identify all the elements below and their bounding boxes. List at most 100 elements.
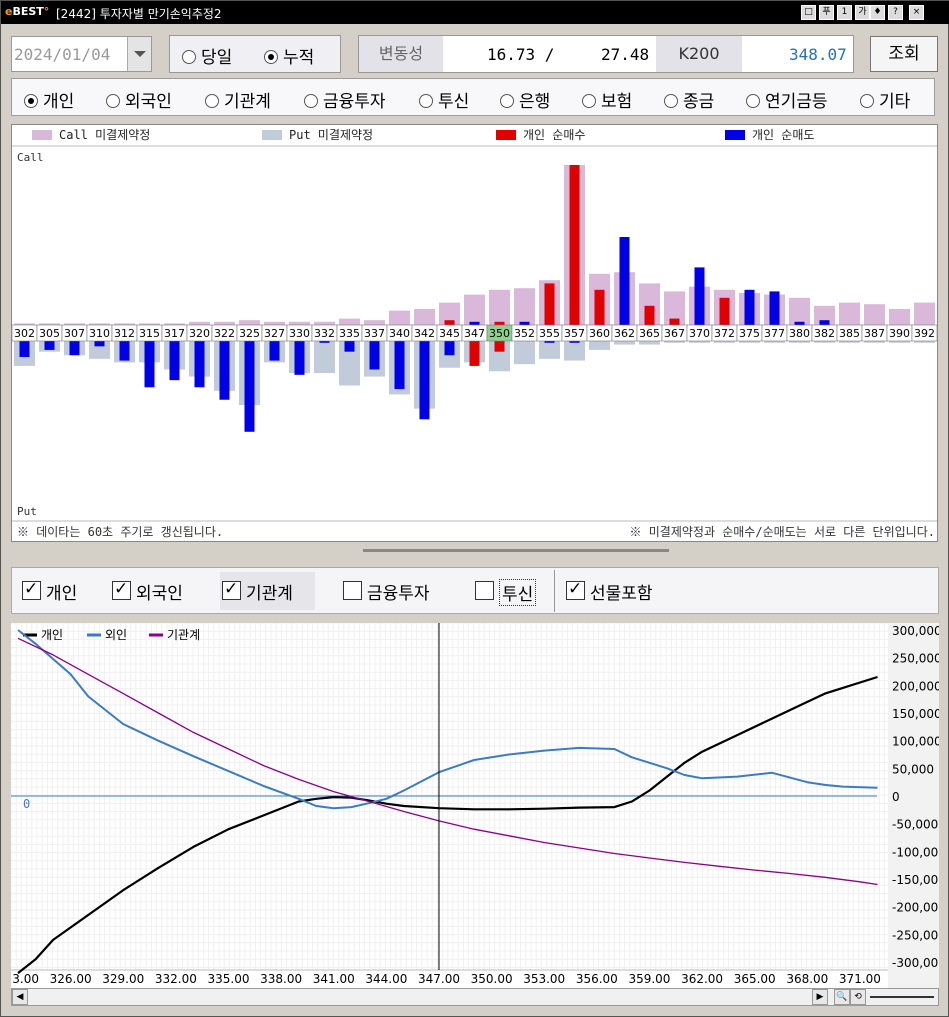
- investor-type-pension[interactable]: 연기금등: [746, 87, 828, 112]
- x-tick-label: 359.00: [628, 972, 670, 986]
- put-section-label: Put: [17, 505, 37, 518]
- zoom-slider[interactable]: [870, 996, 934, 998]
- investor-type-radio-group: 개인 외국인 기관계 금융투자 투신 은행 보험 종금 연기금등 기타: [11, 78, 935, 116]
- investor-type-institution[interactable]: 기관계: [205, 87, 271, 112]
- mode-cumulative[interactable]: 누적: [264, 43, 314, 68]
- one-icon[interactable]: 1: [837, 5, 852, 20]
- radio-icon: [500, 94, 514, 108]
- panel-splitter[interactable]: [363, 549, 669, 552]
- put-net-bar: [369, 341, 380, 370]
- strike-label: 375: [739, 327, 760, 340]
- strike-label: 317: [164, 327, 185, 340]
- checkbox-trust[interactable]: [475, 581, 494, 600]
- investor-type-trust[interactable]: 투신: [419, 87, 469, 112]
- call-oi-bar: [264, 321, 285, 325]
- checkbox-include-futures[interactable]: [566, 579, 585, 600]
- x-tick-label: 371.00: [839, 972, 881, 986]
- x-tick-label: 362.00: [681, 972, 723, 986]
- refresh-note: ※ 데이타는 60초 주기로 갱신됩니다.: [17, 525, 223, 539]
- put-net-bar: [169, 341, 180, 381]
- y-tick-label: 0: [892, 790, 900, 804]
- legend-swatch-0: [32, 130, 52, 140]
- mode-radio-group: 당일 누적: [169, 35, 341, 73]
- investor-type-foreign[interactable]: 외국인: [106, 87, 172, 112]
- checkbox-financial[interactable]: [343, 581, 362, 600]
- line-filter-bar: 개인 외국인 기관계 금융투자 투신 선물포함: [11, 567, 939, 614]
- horizontal-scrollbar[interactable]: ◀ ▶ 🔍 ⟲: [11, 988, 939, 1006]
- search-button[interactable]: 조회: [870, 36, 938, 72]
- y-tick-label: 200,000: [892, 679, 939, 693]
- volatility-value-1: 16.73 /: [487, 45, 555, 64]
- help-icon[interactable]: ?: [888, 5, 903, 20]
- strike-label: 372: [714, 327, 735, 340]
- call-oi-bar: [189, 321, 210, 325]
- y-tick-label: -50,000: [892, 818, 938, 832]
- put-oi-bar: [614, 341, 635, 345]
- title-bar: eBEST° [2442] 투자자별 만기손익추정2 □ 푸 1 가 ♦ ? ×: [1, 1, 949, 24]
- scroll-left-icon[interactable]: ◀: [12, 989, 28, 1005]
- window-title: [2442] 투자자별 만기손익추정2: [56, 7, 222, 21]
- put-oi-bar: [639, 341, 660, 345]
- mode-daily[interactable]: 당일: [182, 43, 232, 68]
- legend-series-label-0: 개인: [41, 628, 63, 642]
- call-net-bar: [744, 289, 755, 325]
- call-net-bar: [819, 320, 830, 325]
- strike-label: 335: [339, 327, 360, 340]
- investor-type-merchant-bank[interactable]: 종금: [664, 87, 714, 112]
- strike-label: 340: [389, 327, 410, 340]
- settings-icon[interactable]: ♦: [870, 5, 885, 20]
- radio-icon: [664, 94, 678, 108]
- strike-label: 350: [489, 327, 510, 340]
- investor-type-individual[interactable]: 개인: [24, 87, 74, 112]
- strike-label: 312: [114, 327, 135, 340]
- unit-note: ※ 미결제약정과 순매수/순매도는 서로 다른 단위입니다.: [630, 524, 935, 539]
- legend-swatch-3: [725, 130, 745, 140]
- strike-label: 330: [289, 327, 310, 340]
- investor-type-financial[interactable]: 금융투자: [304, 87, 386, 112]
- radio-icon: [205, 94, 219, 108]
- restore-icon[interactable]: □: [801, 5, 816, 20]
- x-tick-label: 326.00: [50, 972, 92, 986]
- volatility-label: 변동성: [359, 36, 443, 72]
- call-net-bar: [619, 237, 630, 325]
- strike-label: 302: [14, 327, 35, 340]
- investor-type-insurance[interactable]: 보험: [582, 87, 632, 112]
- call-oi-bar: [364, 320, 385, 325]
- y-tick-label: 300,000: [892, 624, 939, 638]
- put-net-bar: [19, 341, 30, 358]
- date-picker[interactable]: 2024/01/04: [11, 36, 152, 72]
- strike-label: 380: [789, 327, 810, 340]
- k200-value: 348.07: [789, 45, 847, 64]
- checkbox-institution[interactable]: [222, 579, 241, 600]
- zoom-in-icon[interactable]: 🔍: [834, 989, 850, 1005]
- call-oi-bar: [864, 304, 885, 325]
- zoom-reset-icon[interactable]: ⟲: [850, 989, 866, 1005]
- call-net-bar: [444, 320, 455, 325]
- call-section-label: Call: [17, 151, 44, 164]
- call-net-bar: [519, 321, 530, 325]
- x-tick-label: 347.00: [418, 972, 460, 986]
- filter-include-futures-label: 선물포함: [590, 584, 653, 604]
- call-oi-bar: [289, 321, 310, 325]
- put-oi-bar: [314, 341, 335, 374]
- put-oi-bar: [514, 341, 535, 365]
- checkbox-individual[interactable]: [22, 579, 41, 600]
- pin-icon[interactable]: 푸: [819, 5, 834, 20]
- legend-label-2: 개인 순매수: [523, 128, 585, 142]
- call-oi-bar: [389, 310, 410, 325]
- close-icon[interactable]: ×: [909, 5, 924, 20]
- strike-label: 357: [564, 327, 585, 340]
- put-net-bar: [44, 341, 55, 350]
- legend-series-label-2: 기관계: [167, 628, 200, 642]
- strike-label: 307: [64, 327, 85, 340]
- scroll-right-icon[interactable]: ▶: [812, 989, 828, 1005]
- checkbox-foreign[interactable]: [112, 579, 131, 600]
- investor-type-bank[interactable]: 은행: [500, 87, 550, 112]
- font-icon[interactable]: 가: [855, 5, 870, 20]
- investor-type-other[interactable]: 기타: [860, 87, 910, 112]
- chevron-down-icon[interactable]: [127, 37, 151, 71]
- put-net-bar: [244, 341, 255, 432]
- main-window: eBEST° [2442] 투자자별 만기손익추정2 □ 푸 1 가 ♦ ? ×…: [0, 0, 949, 1017]
- y-tick-label: 250,000: [892, 652, 939, 666]
- call-net-bar: [594, 289, 605, 325]
